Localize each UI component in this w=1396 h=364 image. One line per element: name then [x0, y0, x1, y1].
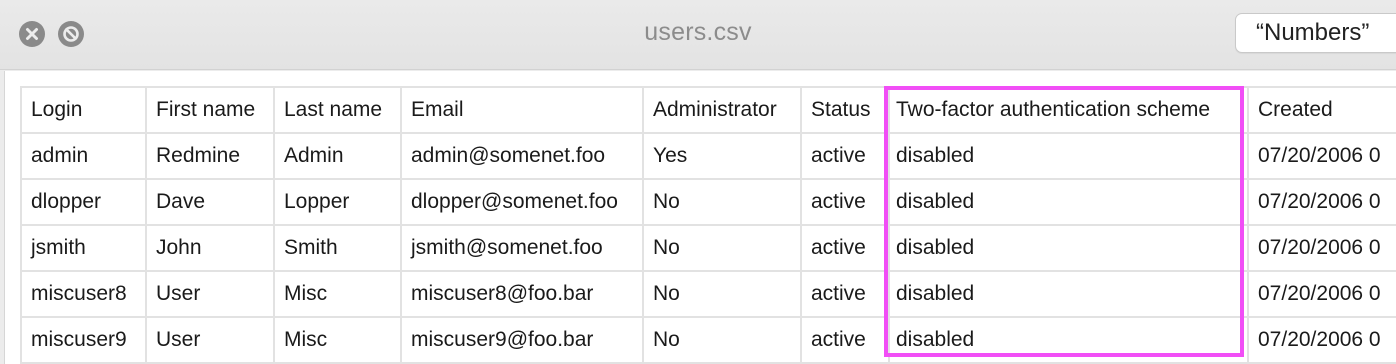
cell-first-name: John [145, 224, 275, 272]
header-two-factor-scheme: Two-factor authentication scheme [888, 86, 1249, 134]
cell-email: miscuser8@foo.bar [400, 270, 644, 318]
table-row: admin Redmine Admin admin@somenet.foo Ye… [20, 132, 1396, 180]
cell-email: miscuser9@foo.bar [400, 316, 644, 364]
cell-administrator: No [642, 178, 802, 226]
header-status: Status [800, 86, 890, 134]
cell-two-factor-scheme: disabled [888, 224, 1249, 272]
cell-email: admin@somenet.foo [400, 132, 644, 180]
cell-two-factor-scheme: disabled [888, 316, 1249, 364]
cell-last-name: Lopper [273, 178, 402, 226]
users-table: Login First name Last name Email Adminis… [20, 86, 1396, 364]
cell-created: 07/20/2006 0 [1247, 178, 1396, 226]
cell-created: 07/20/2006 0 [1247, 132, 1396, 180]
cell-two-factor-scheme: disabled [888, 270, 1249, 318]
cell-login: miscuser8 [20, 270, 147, 318]
header-created: Created [1247, 86, 1396, 134]
cell-login: miscuser9 [20, 316, 147, 364]
cell-last-name: Admin [273, 132, 402, 180]
table-row: miscuser8 User Misc miscuser8@foo.bar No… [20, 270, 1396, 318]
cell-login: jsmith [20, 224, 147, 272]
cell-status: active [800, 224, 890, 272]
cell-last-name: Smith [273, 224, 402, 272]
cell-email: jsmith@somenet.foo [400, 224, 644, 272]
header-first-name: First name [145, 86, 275, 134]
cell-login: admin [20, 132, 147, 180]
header-login: Login [20, 86, 147, 134]
cell-first-name: Redmine [145, 132, 275, 180]
cell-administrator: Yes [642, 132, 802, 180]
cell-status: active [800, 316, 890, 364]
cell-first-name: User [145, 270, 275, 318]
header-email: Email [400, 86, 644, 134]
header-last-name: Last name [273, 86, 402, 134]
cell-first-name: Dave [145, 178, 275, 226]
cell-login: dlopper [20, 178, 147, 226]
header-administrator: Administrator [642, 86, 802, 134]
window-title: users.csv [644, 18, 752, 46]
cell-created: 07/20/2006 0 [1247, 316, 1396, 364]
title-bar: users.csv “Numbers” [0, 0, 1396, 70]
cell-first-name: User [145, 316, 275, 364]
cell-status: active [800, 132, 890, 180]
cell-created: 07/20/2006 0 [1247, 270, 1396, 318]
cell-last-name: Misc [273, 270, 402, 318]
cell-status: active [800, 270, 890, 318]
csv-preview-area: Login First name Last name Email Adminis… [4, 71, 1396, 364]
cell-status: active [800, 178, 890, 226]
table-row: miscuser9 User Misc miscuser9@foo.bar No… [20, 316, 1396, 364]
table-row: jsmith John Smith jsmith@somenet.foo No … [20, 224, 1396, 272]
open-with-numbers-button[interactable]: “Numbers” [1235, 13, 1396, 53]
cell-created: 07/20/2006 0 [1247, 224, 1396, 272]
cell-administrator: No [642, 316, 802, 364]
cell-administrator: No [642, 224, 802, 272]
table-row: dlopper Dave Lopper dlopper@somenet.foo … [20, 178, 1396, 226]
cell-email: dlopper@somenet.foo [400, 178, 644, 226]
cell-last-name: Misc [273, 316, 402, 364]
table-header-row: Login First name Last name Email Adminis… [20, 86, 1396, 134]
cell-administrator: No [642, 270, 802, 318]
cell-two-factor-scheme: disabled [888, 178, 1249, 226]
cell-two-factor-scheme: disabled [888, 132, 1249, 180]
